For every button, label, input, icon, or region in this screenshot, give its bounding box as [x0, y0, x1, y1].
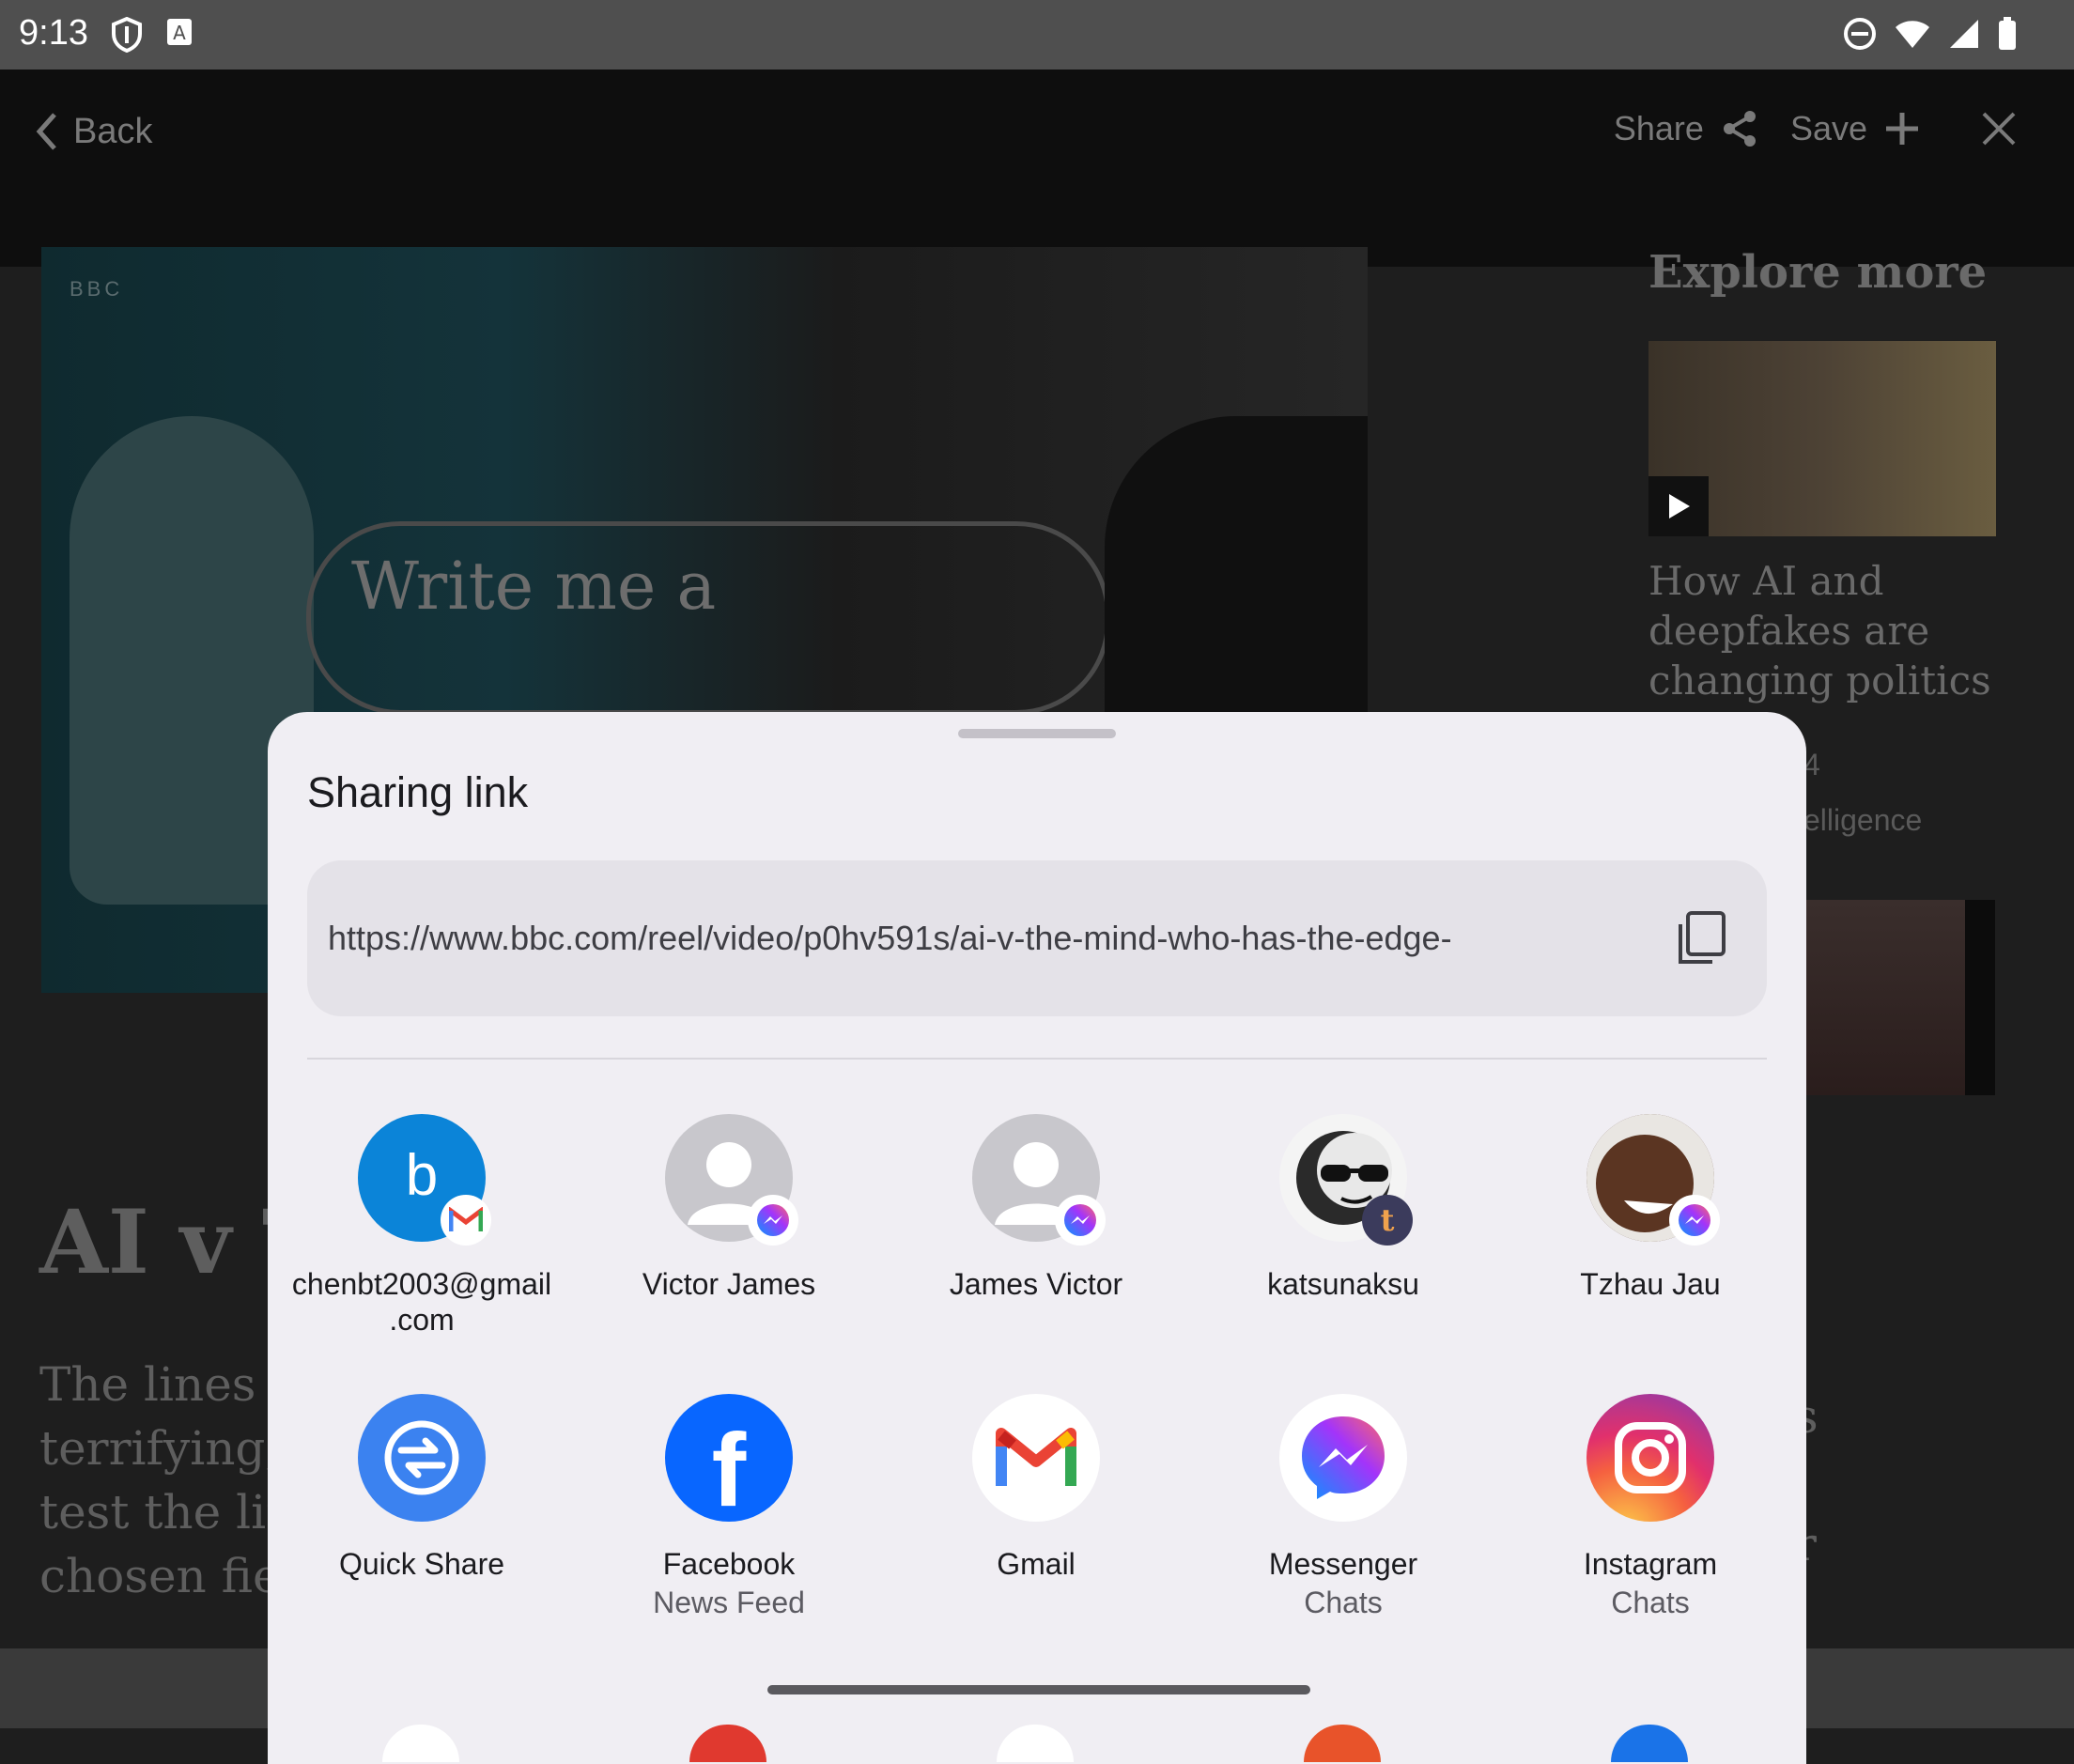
explore-headline[interactable]: How AI and deepfakes are changing politi… — [1648, 556, 2024, 705]
next-row-icon-peek — [382, 1725, 459, 1762]
contact-name: chenbt2003@gmail .com — [281, 1266, 563, 1338]
gmail-icon — [441, 1195, 491, 1246]
link-preview: https://www.bbc.com/reel/video/p0hv591s/… — [307, 860, 1767, 1016]
quick-share-icon — [358, 1394, 486, 1522]
contact-name: Tzhau Jau — [1580, 1267, 1721, 1301]
instagram-icon — [1586, 1394, 1714, 1522]
messenger-icon — [748, 1195, 798, 1246]
play-icon — [1648, 476, 1709, 536]
app-target-facebook[interactable]: f Facebook News Feed — [588, 1394, 870, 1623]
tumblr-icon: t — [1362, 1195, 1413, 1246]
explore-thumbnail-2-edge — [1965, 900, 1995, 1095]
next-row-icon-peek — [1304, 1725, 1381, 1762]
share-sheet-title: Sharing link — [307, 768, 529, 816]
status-bar: 9:13 A — [0, 0, 2074, 70]
plus-icon — [1886, 113, 1918, 145]
link-url: https://www.bbc.com/reel/video/p0hv591s/… — [328, 919, 1452, 957]
drag-handle[interactable] — [958, 729, 1116, 738]
close-icon[interactable] — [1980, 110, 2018, 147]
app-target-messenger[interactable]: Messenger Chats — [1202, 1394, 1484, 1623]
battery-icon — [1999, 17, 2016, 50]
app-label: Instagram — [1583, 1547, 1718, 1581]
app-label: Messenger — [1268, 1547, 1418, 1581]
app-sublabel: Chats — [1304, 1586, 1383, 1619]
avatar — [665, 1114, 798, 1246]
app-header — [0, 70, 2074, 267]
gesture-nav-bar[interactable] — [767, 1685, 1310, 1694]
explore-thumbnail[interactable] — [1648, 341, 1996, 536]
contact-target[interactable]: b chenbt2003@gmail .com — [281, 1114, 563, 1338]
next-row-icon-peek — [689, 1725, 766, 1762]
back-button[interactable]: Back — [34, 111, 152, 152]
app-label: Gmail — [997, 1547, 1076, 1581]
explore-more-heading: Explore more — [1648, 246, 1988, 299]
share-sheet: Sharing link https://www.bbc.com/reel/vi… — [268, 712, 1806, 1764]
contact-target[interactable]: t katsunaksu — [1202, 1114, 1484, 1302]
share-label: Share — [1613, 109, 1704, 147]
wifi-icon — [1896, 21, 1929, 48]
avatar — [972, 1114, 1106, 1246]
contact-name: James Victor — [949, 1267, 1123, 1301]
messenger-icon — [1279, 1394, 1407, 1522]
contact-target[interactable]: James Victor — [895, 1114, 1177, 1302]
contact-target[interactable]: Tzhau Jau — [1509, 1114, 1791, 1302]
avatar: b — [358, 1114, 491, 1246]
status-time: 9:13 — [19, 13, 88, 53]
contact-name: Victor James — [642, 1267, 816, 1301]
share-button[interactable]: Share — [1614, 109, 1758, 148]
app-target-instagram[interactable]: Instagram Chats — [1509, 1394, 1791, 1623]
next-row-icon-peek — [1611, 1725, 1688, 1762]
divider — [307, 1058, 1767, 1060]
back-label: Back — [73, 111, 153, 151]
app-target-quick-share[interactable]: Quick Share — [281, 1394, 563, 1582]
messenger-icon — [1055, 1195, 1106, 1246]
copy-icon[interactable] — [1673, 909, 1729, 967]
svg-text:A: A — [173, 22, 186, 44]
chevron-left-icon — [36, 113, 56, 150]
messenger-icon — [1669, 1195, 1720, 1246]
avatar — [1586, 1114, 1720, 1246]
prompt-pill-text: Write me a — [351, 548, 717, 625]
app-label: Quick Share — [338, 1547, 505, 1581]
do-not-disturb-icon — [1844, 18, 1876, 50]
contact-name: katsunaksu — [1267, 1267, 1419, 1301]
contact-name-line1: chenbt2003@gmail — [291, 1267, 552, 1301]
facebook-icon: f — [665, 1394, 793, 1528]
gmail-icon — [972, 1394, 1100, 1522]
next-row-icon-peek — [997, 1725, 1074, 1762]
keyboard-a-icon: A — [167, 19, 192, 45]
explore-meta-topic: elligence — [1803, 803, 1923, 837]
app-target-gmail[interactable]: Gmail — [895, 1394, 1177, 1582]
app-sublabel: News Feed — [653, 1586, 805, 1619]
explore-thumbnail-2[interactable] — [1803, 900, 1965, 1095]
save-label: Save — [1789, 109, 1867, 147]
app-sublabel: Chats — [1611, 1586, 1690, 1619]
share-icon — [1723, 111, 1756, 147]
shield-icon — [112, 17, 142, 53]
bbc-logo: BBC — [70, 277, 124, 301]
contact-target[interactable]: Victor James — [588, 1114, 870, 1302]
contact-name-line2: .com — [389, 1303, 455, 1337]
save-button[interactable]: Save — [1790, 109, 1920, 148]
cellular-signal-icon — [1950, 20, 1978, 48]
avatar: t — [1279, 1114, 1413, 1246]
app-label: Facebook — [662, 1547, 796, 1581]
